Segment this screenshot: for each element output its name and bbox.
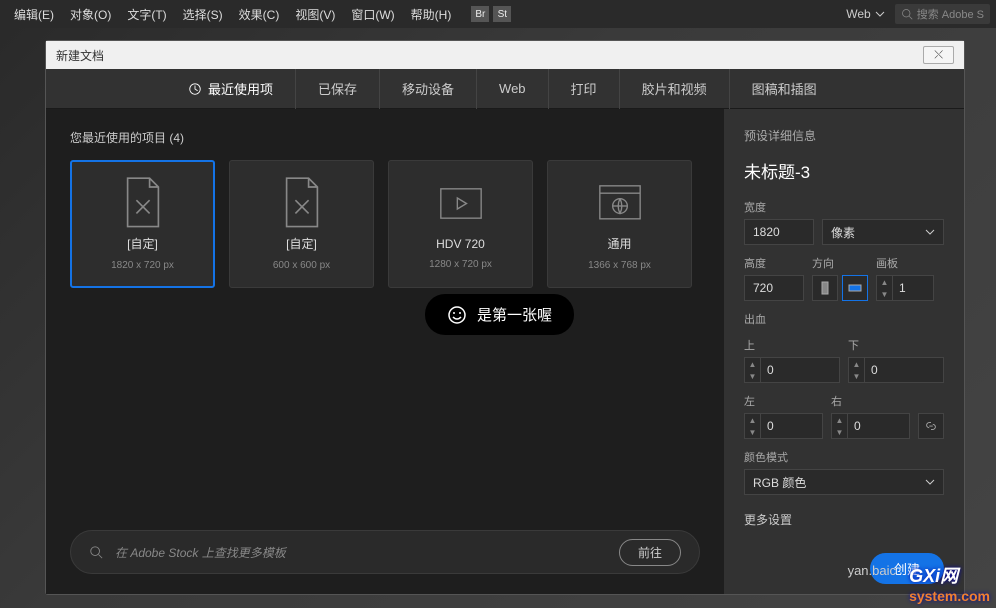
video-icon	[439, 179, 483, 229]
menu-window[interactable]: 窗口(W)	[343, 6, 402, 23]
search-placeholder: 搜索 Adobe S	[917, 6, 984, 22]
tab-art[interactable]: 图稿和插图	[730, 69, 839, 109]
orientation-label: 方向	[812, 255, 868, 271]
portrait-icon	[818, 281, 832, 295]
bleed-label: 出血	[744, 311, 944, 327]
colormode-select[interactable]: RGB 颜色	[744, 469, 944, 495]
stock-icon[interactable]: St	[493, 6, 511, 22]
menu-bar: 编辑(E) 对象(O) 文字(T) 选择(S) 效果(C) 视图(V) 窗口(W…	[0, 0, 996, 28]
bridge-icon[interactable]: Br	[471, 6, 489, 22]
tooltip-text: 是第一张喔	[477, 304, 552, 325]
recent-section-title: 您最近使用的项目 (4)	[70, 129, 700, 146]
watermark: GXi网 system.com	[909, 562, 990, 604]
tab-print[interactable]: 打印	[549, 69, 620, 109]
tab-recent[interactable]: 最近使用项	[166, 69, 296, 109]
bleed-right-stepper[interactable]: ▲▼	[831, 413, 910, 439]
unit-select[interactable]: 像素	[822, 219, 944, 245]
artboards-label: 画板	[876, 255, 934, 271]
height-label: 高度	[744, 255, 804, 271]
more-settings-link[interactable]: 更多设置	[744, 511, 944, 528]
dialog-title: 新建文档	[56, 47, 104, 64]
bleed-bottom-stepper[interactable]: ▲▼	[848, 357, 944, 383]
bleed-link-button[interactable]	[918, 413, 944, 439]
web-icon	[598, 177, 642, 227]
stepper-up[interactable]: ▲	[877, 276, 892, 288]
height-input[interactable]	[744, 275, 804, 301]
document-title[interactable]: 未标题-3	[744, 158, 944, 183]
clock-icon	[188, 82, 202, 96]
workspace-switcher[interactable]: Web	[842, 7, 888, 21]
search-input[interactable]: 搜索 Adobe S	[895, 4, 990, 24]
link-icon	[924, 419, 938, 433]
chevron-down-icon	[925, 227, 935, 237]
workspace-label: Web	[846, 7, 870, 21]
width-input[interactable]	[744, 219, 814, 245]
document-icon	[121, 177, 165, 227]
landscape-icon	[848, 281, 862, 295]
search-icon	[901, 8, 913, 20]
stock-placeholder: 在 Adobe Stock 上查找更多模板	[115, 544, 286, 561]
document-icon	[280, 177, 324, 227]
tab-film[interactable]: 胶片和视频	[620, 69, 730, 109]
stock-search-bar[interactable]: 在 Adobe Stock 上查找更多模板 前往	[70, 530, 700, 574]
preset-details-pane: 预设详细信息 未标题-3 宽度 像素 高度	[724, 109, 964, 594]
chevron-down-icon	[875, 9, 885, 19]
chevron-down-icon	[925, 477, 935, 487]
menu-object[interactable]: 对象(O)	[62, 6, 119, 23]
menu-edit[interactable]: 编辑(E)	[6, 6, 62, 23]
menu-select[interactable]: 选择(S)	[175, 6, 231, 23]
width-label: 宽度	[744, 199, 944, 215]
template-card-custom-2[interactable]: [自定] 600 x 600 px	[229, 160, 374, 288]
bleed-bottom-input[interactable]	[865, 363, 943, 377]
stock-go-button[interactable]: 前往	[619, 539, 681, 566]
orientation-portrait[interactable]	[812, 275, 838, 301]
bleed-left-stepper[interactable]: ▲▼	[744, 413, 823, 439]
search-icon	[89, 545, 103, 559]
category-tabs: 最近使用项 已保存 移动设备 Web 打印 胶片和视频 图稿和插图	[46, 69, 964, 109]
menu-effect[interactable]: 效果(C)	[231, 6, 288, 23]
template-card-hdv720[interactable]: HDV 720 1280 x 720 px	[388, 160, 533, 288]
bleed-right-input[interactable]	[848, 419, 909, 433]
menu-help[interactable]: 帮助(H)	[403, 6, 460, 23]
tab-mobile[interactable]: 移动设备	[380, 69, 477, 109]
preset-heading: 预设详细信息	[744, 127, 944, 144]
smile-icon	[447, 305, 467, 325]
menu-view[interactable]: 视图(V)	[287, 6, 343, 23]
watermark-sub: yan.baic	[848, 563, 896, 578]
templates-pane: 您最近使用的项目 (4) [自定] 1820 x 720 px [自定]	[46, 109, 724, 594]
tab-saved[interactable]: 已保存	[296, 69, 380, 109]
dialog-titlebar: 新建文档 ⤬	[46, 41, 964, 69]
orientation-landscape[interactable]	[842, 275, 868, 301]
artboards-stepper[interactable]: ▲▼	[876, 275, 934, 301]
tooltip-overlay: 是第一张喔	[425, 294, 574, 335]
close-button[interactable]: ⤬	[923, 46, 954, 64]
bleed-left-input[interactable]	[761, 419, 822, 433]
menu-type[interactable]: 文字(T)	[119, 6, 174, 23]
stepper-down[interactable]: ▼	[877, 288, 892, 300]
bleed-top-stepper[interactable]: ▲▼	[744, 357, 840, 383]
artboards-input[interactable]	[893, 281, 933, 295]
template-card-custom-1[interactable]: [自定] 1820 x 720 px	[70, 160, 215, 288]
tab-web[interactable]: Web	[477, 69, 549, 109]
bleed-top-input[interactable]	[761, 363, 839, 377]
template-card-web[interactable]: 通用 1366 x 768 px	[547, 160, 692, 288]
colormode-label: 颜色模式	[744, 449, 944, 465]
